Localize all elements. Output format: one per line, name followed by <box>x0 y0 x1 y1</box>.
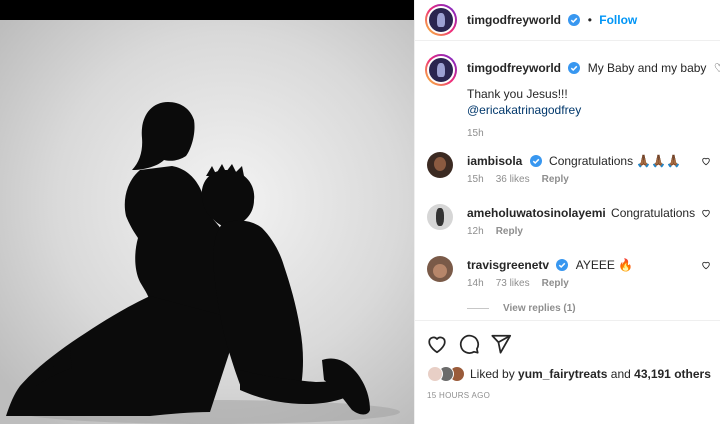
comment-text: Congratulations 🙏🏾🙏🏾🙏🏾 <box>549 154 682 168</box>
verified-badge-icon <box>568 14 581 26</box>
commenter-avatar[interactable] <box>427 204 453 230</box>
comment-text: Congratulations <box>611 206 696 220</box>
reply-button[interactable]: Reply <box>496 226 523 237</box>
comment-time: 15h <box>467 174 484 185</box>
likes-middle: and <box>610 367 631 381</box>
commenter-avatar[interactable] <box>427 152 453 178</box>
instagram-post-window: timgodfreyworld • Follow timgodfreyworld… <box>0 0 720 424</box>
verified-badge-icon <box>568 62 581 74</box>
caption-avatar[interactable] <box>425 54 457 86</box>
caption-second-line: Thank you Jesus!!! <box>467 87 568 101</box>
comment-meta: 12h Reply <box>467 226 535 237</box>
heart-icon[interactable] <box>701 208 711 218</box>
comment-likes[interactable]: 73 likes <box>496 278 530 289</box>
comment-row: iambisola Congratulations 🙏🏾🙏🏾🙏🏾 15h 36 l… <box>415 152 720 198</box>
reply-button[interactable]: Reply <box>542 278 569 289</box>
post-photo <box>0 20 414 424</box>
comment-likes[interactable]: 36 likes <box>496 174 530 185</box>
comments-list[interactable]: timgodfreyworld My Baby and my baby ♡♡♡ … <box>415 42 720 320</box>
likes-count[interactable]: 43,191 others <box>634 367 711 381</box>
view-replies-button[interactable]: View replies (1) <box>467 303 576 314</box>
silhouette-photo <box>0 20 414 424</box>
comment-text-line: ameholuwatosinolayemi Congratulations <box>467 205 695 221</box>
comment-meta: 15h 36 likes Reply <box>467 174 581 185</box>
likes-prefix: Liked by <box>470 367 515 381</box>
likes-summary: Liked by yum_fairytreats and 43,191 othe… <box>427 365 711 383</box>
caption-text: My Baby and my baby <box>587 61 707 75</box>
comment-row: ameholuwatosinolayemi Congratulations 12… <box>415 204 720 250</box>
caption: timgodfreyworld My Baby and my baby ♡♡♡ … <box>415 54 720 144</box>
comment-row: travisgreenetv AYEEE 🔥 14h 73 likes Reply <box>415 256 720 302</box>
comment-text: AYEEE 🔥 <box>575 258 634 272</box>
comment-icon[interactable] <box>458 333 480 355</box>
reply-button[interactable]: Reply <box>542 174 569 185</box>
liker-avatar <box>427 366 443 382</box>
comment-time: 12h <box>467 226 484 237</box>
comment-text-line: travisgreenetv AYEEE 🔥 <box>467 257 633 273</box>
heart-icon[interactable] <box>426 333 448 355</box>
commenter-avatar[interactable] <box>427 256 453 282</box>
caption-hearts: ♡♡♡ <box>713 61 720 75</box>
heart-icon[interactable] <box>701 156 711 166</box>
heart-icon[interactable] <box>701 260 711 270</box>
comment-time: 14h <box>467 278 484 289</box>
author-avatar[interactable] <box>425 4 457 36</box>
liked-by-user[interactable]: yum_fairytreats <box>518 367 607 381</box>
verified-badge-icon <box>556 259 569 271</box>
post-actions: Liked by yum_fairytreats and 43,191 othe… <box>415 320 720 424</box>
comment-meta: 14h 73 likes Reply <box>467 278 581 289</box>
post-header: timgodfreyworld • Follow <box>415 0 720 41</box>
caption-first-line: timgodfreyworld My Baby and my baby ♡♡♡ <box>467 60 720 76</box>
photo-top-bar <box>0 0 414 20</box>
author-username[interactable]: timgodfreyworld <box>467 13 561 27</box>
commenter-username[interactable]: iambisola <box>467 154 522 168</box>
post-timestamp: 15 HOURS AGO <box>427 391 491 400</box>
caption-mention-link[interactable]: @ericakatrinagodfrey <box>467 102 581 118</box>
follow-button[interactable]: Follow <box>599 13 637 27</box>
share-icon[interactable] <box>490 333 512 355</box>
caption-time: 15h <box>467 128 484 139</box>
header-separator: • <box>587 13 592 27</box>
comment-text-line: iambisola Congratulations 🙏🏾🙏🏾🙏🏾 <box>467 153 681 169</box>
post-side-panel: timgodfreyworld • Follow timgodfreyworld… <box>414 0 720 424</box>
caption-username[interactable]: timgodfreyworld <box>467 61 561 75</box>
header-identity: timgodfreyworld • Follow <box>467 13 637 27</box>
commenter-username[interactable]: ameholuwatosinolayemi <box>467 206 606 220</box>
commenter-username[interactable]: travisgreenetv <box>467 258 549 272</box>
verified-badge-icon <box>529 155 542 167</box>
likes-text: Liked by yum_fairytreats and 43,191 othe… <box>470 367 711 381</box>
